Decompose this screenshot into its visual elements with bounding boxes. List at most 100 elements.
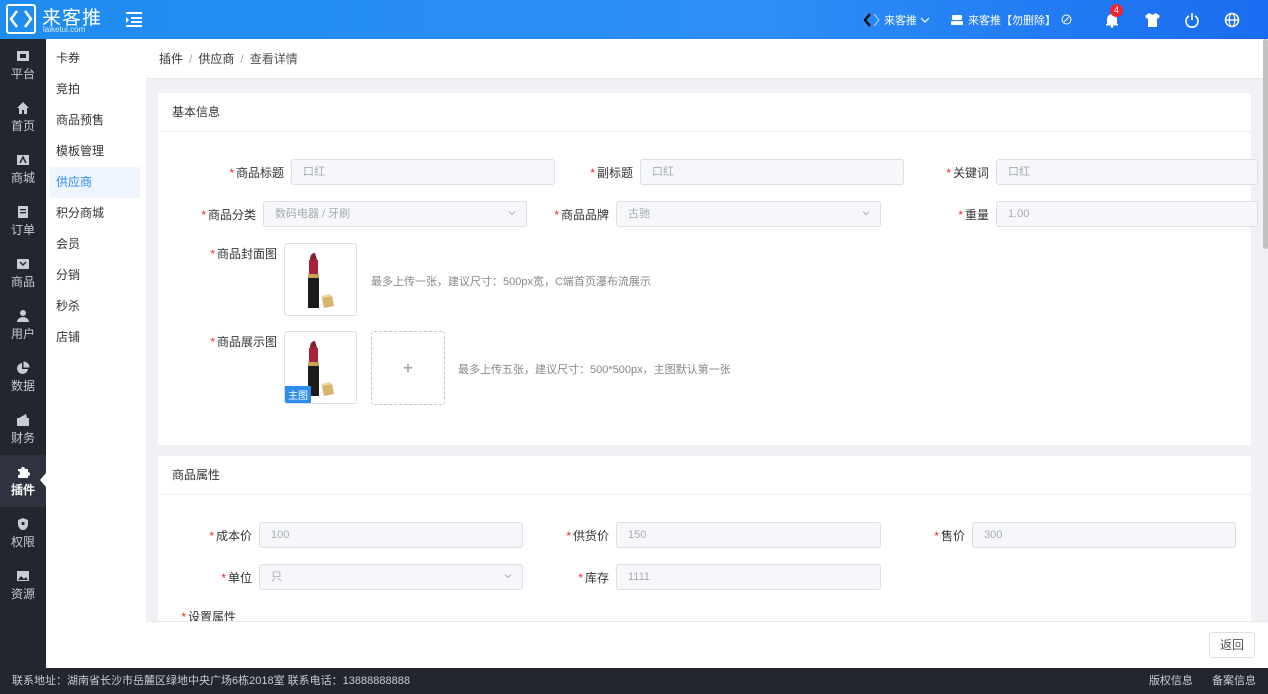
user-label: 来客推【勿删除】 <box>968 14 1056 27</box>
category-label: 商品分类 <box>207 207 256 222</box>
store-switcher[interactable]: 来客推 <box>864 12 934 28</box>
nav-item-product[interactable]: 商品 <box>0 247 46 299</box>
logo-mark-icon <box>6 4 36 34</box>
subnav-item-points-mall[interactable]: 积分商城 <box>46 198 142 229</box>
display-image-main[interactable]: 主图 <box>284 331 357 404</box>
language-button[interactable] <box>1222 10 1242 30</box>
main-nav: 平台 首页 商城 订单 商品 用户 数据 财务 插件 权限 资源 <box>0 39 46 668</box>
brand-label: 商品品牌 <box>560 207 609 222</box>
nav-label: 插件 <box>10 482 35 497</box>
main-content: 插件 / 供应商 / 查看详情 基本信息 * 商品标题 口红 * 副标题 口红 * 关键词 口… <box>146 39 1268 668</box>
plus-icon: + <box>402 357 414 378</box>
subnav-item-distribution[interactable]: 分销 <box>46 260 142 291</box>
unit-select[interactable]: 只 <box>259 564 523 590</box>
brand-value: 古驰 <box>628 208 650 220</box>
keywords-input[interactable]: 口红 <box>996 159 1258 185</box>
unit-label: 单位 <box>227 570 252 585</box>
subnav-item-coupon[interactable]: 卡券 <box>46 43 142 74</box>
product-title-input[interactable]: 口红 <box>291 159 555 185</box>
display-image-label: 商品展示图 <box>216 334 277 349</box>
record-link[interactable]: 备案信息 <box>1212 675 1256 687</box>
breadcrumb-item[interactable]: 插件 <box>159 52 183 66</box>
globe-icon <box>1224 12 1240 27</box>
keywords-field: * 关键词 口红 <box>934 159 1258 185</box>
category-select[interactable]: 数码电器 / 牙刷 <box>263 201 527 227</box>
subtitle-input[interactable]: 口红 <box>640 159 904 185</box>
brand-field: * 商品品牌 古驰 <box>538 201 881 227</box>
menu-toggle-icon[interactable] <box>124 9 144 29</box>
nav-item-data[interactable]: 数据 <box>0 351 46 403</box>
nav-item-permission[interactable]: 权限 <box>0 507 46 559</box>
theme-button[interactable] <box>1142 10 1162 30</box>
sale-price-input[interactable]: 300 <box>972 522 1236 548</box>
product-icon <box>17 258 29 269</box>
nav-label: 商城 <box>10 170 35 185</box>
product-title-label: 商品标题 <box>235 165 284 180</box>
cost-price-input[interactable]: 100 <box>259 522 523 548</box>
nav-item-finance[interactable]: 财务 <box>0 403 46 455</box>
breadcrumb: 插件 / 供应商 / 查看详情 <box>146 39 1268 79</box>
unit-field: * 单位 只 <box>158 564 523 590</box>
nav-item-resource[interactable]: 资源 <box>0 559 46 611</box>
nav-label: 商品 <box>10 274 35 289</box>
nav-item-plugin[interactable]: 插件 <box>0 455 46 507</box>
category-field: * 商品分类 数码电器 / 牙刷 <box>158 201 527 227</box>
scrollbar[interactable] <box>1263 39 1268 249</box>
weight-input[interactable]: 1.00 <box>996 201 1258 227</box>
subnav-item-store[interactable]: 店铺 <box>46 322 142 353</box>
user-menu[interactable]: 来客推【勿删除】 <box>950 12 1076 28</box>
brand-select[interactable]: 古驰 <box>616 201 881 227</box>
attributes-title: 商品属性 <box>158 456 1251 495</box>
user-card-icon <box>951 14 963 25</box>
upload-image-button[interactable]: + <box>371 331 445 405</box>
supply-price-input[interactable]: 150 <box>616 522 881 548</box>
nav-label: 首页 <box>10 118 35 133</box>
notification-button[interactable]: 4 <box>1102 3 1123 30</box>
back-button[interactable]: 返回 <box>1209 632 1255 658</box>
unit-value: 只 <box>271 571 282 583</box>
chevron-down-icon <box>920 17 930 23</box>
user-icon <box>17 309 29 322</box>
top-bar: 来客推 laiketui.com 来客推 来客推【勿删除】 4 <box>0 0 1268 39</box>
store-logo-icon <box>864 12 880 27</box>
basic-info-title: 基本信息 <box>158 93 1251 132</box>
copyright-link[interactable]: 版权信息 <box>1149 675 1193 687</box>
supply-price-label: 供货价 <box>572 528 609 543</box>
order-icon <box>18 205 28 218</box>
nav-label: 资源 <box>10 586 35 601</box>
logout-button[interactable] <box>1182 10 1202 30</box>
sub-nav: 卡券 竞拍 商品预售 模板管理 供应商 积分商城 会员 分销 秒杀 店铺 <box>46 39 146 668</box>
nav-label: 权限 <box>10 534 35 549</box>
nav-item-order[interactable]: 订单 <box>0 195 46 247</box>
weight-label: 重量 <box>964 207 989 222</box>
nav-label: 用户 <box>10 326 35 341</box>
nav-item-mall[interactable]: 商城 <box>0 143 46 195</box>
supply-price-field: * 供货价 150 <box>528 522 881 548</box>
basic-info-card: 基本信息 * 商品标题 口红 * 副标题 口红 * 关键词 口红 * 商品分类 数码电器… <box>158 93 1258 445</box>
cover-image[interactable] <box>284 243 357 316</box>
cover-image-label: 商品封面图 <box>216 246 277 261</box>
nav-item-platform[interactable]: 平台 <box>0 39 46 91</box>
nav-item-home[interactable]: 首页 <box>0 91 46 143</box>
puzzle-icon <box>18 466 30 478</box>
cover-image-hint: 最多上传一张，建议尺寸：500px宽，C端首页瀑布流展示 <box>371 276 651 288</box>
subnav-item-presale[interactable]: 商品预售 <box>46 105 142 136</box>
breadcrumb-item[interactable]: 供应商 <box>198 52 234 66</box>
subnav-item-supplier[interactable]: 供应商 <box>50 167 140 198</box>
keywords-label: 关键词 <box>952 165 989 180</box>
subnav-item-flash-sale[interactable]: 秒杀 <box>46 291 142 322</box>
main-image-tag: 主图 <box>285 386 311 403</box>
subnav-item-auction[interactable]: 竞拍 <box>46 74 142 105</box>
action-bar: 返回 <box>146 621 1268 668</box>
stock-input[interactable]: 1111 <box>616 564 881 590</box>
subtitle-field: * 副标题 口红 <box>578 159 904 185</box>
nav-item-user[interactable]: 用户 <box>0 299 46 351</box>
footer: 联系地址：湖南省长沙市岳麓区绿地中央广场6栋2018室 联系电话：1388888… <box>0 668 1268 694</box>
footer-contact: 联系地址：湖南省长沙市岳麓区绿地中央广场6栋2018室 联系电话：1388888… <box>12 675 410 687</box>
subnav-item-template[interactable]: 模板管理 <box>46 136 142 167</box>
stock-field: * 库存 1111 <box>528 564 881 590</box>
chevron-down-icon <box>508 211 516 216</box>
tshirt-icon <box>1144 12 1160 27</box>
image-icon <box>17 570 29 581</box>
subnav-item-member[interactable]: 会员 <box>46 229 142 260</box>
